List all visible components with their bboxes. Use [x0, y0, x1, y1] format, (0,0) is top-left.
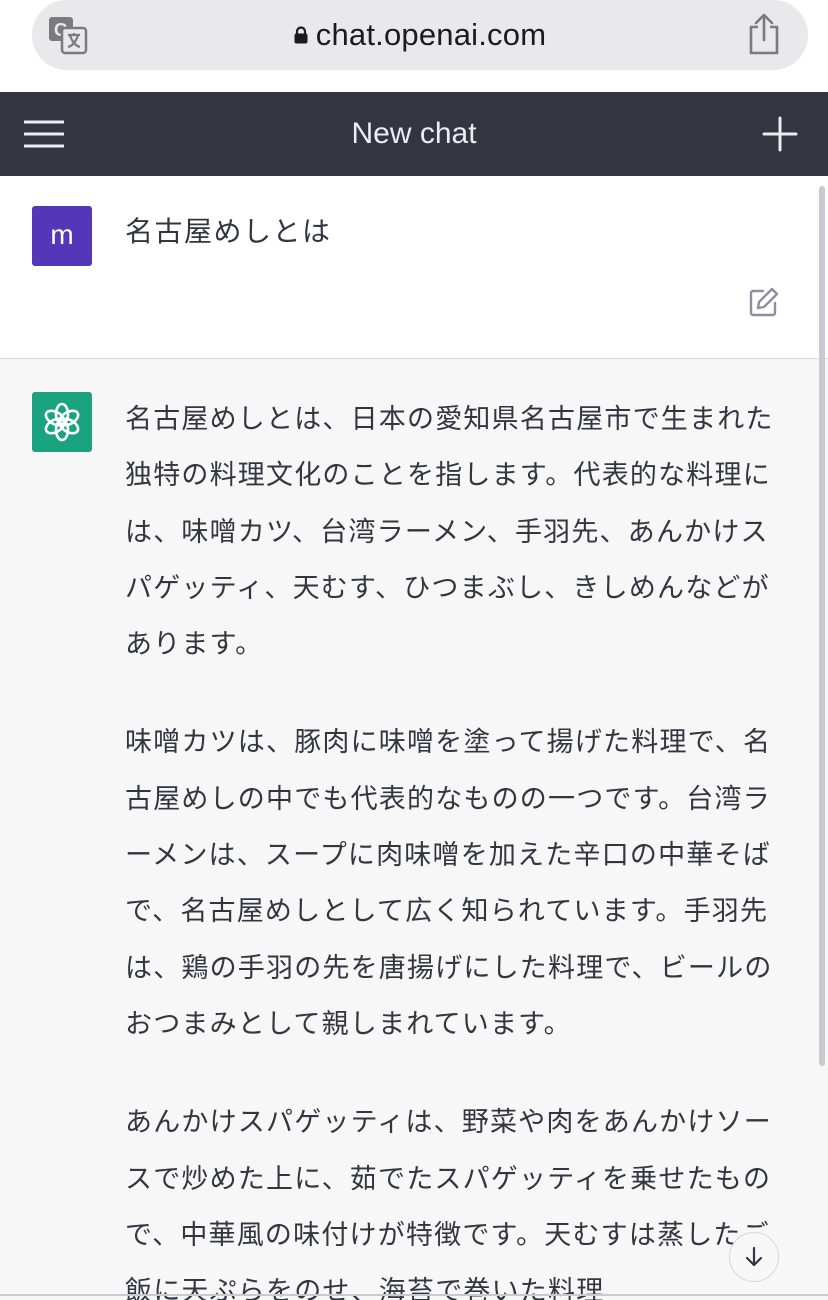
assistant-paragraph: 味噌カツは、豚肉に味噌を塗って揚げた料理で、名古屋めしの中でも代表的なものの一つ… — [125, 727, 773, 1040]
scrollbar[interactable] — [819, 186, 825, 1066]
divider — [0, 1294, 828, 1296]
lock-icon — [294, 26, 308, 44]
browser-toolbar: G chat.openai.com — [0, 0, 828, 92]
user-message-text: 名古屋めしとは — [125, 215, 332, 248]
assistant-paragraph: 名古屋めしとは、日本の愛知県名古屋市で生まれた独特の料理文化のことを指します。代… — [125, 404, 774, 661]
page-title: New chat — [351, 117, 477, 150]
user-message: m 名古屋めしとは — [0, 176, 828, 359]
url-text[interactable]: chat.openai.com — [316, 17, 546, 53]
assistant-message: 名古屋めしとは、日本の愛知県名古屋市で生まれた独特の料理文化のことを指します。代… — [0, 359, 828, 1300]
chat-navbar: New chat — [0, 92, 828, 176]
assistant-message-body: 名古屋めしとは、日本の愛知県名古屋市で生まれた独特の料理文化のことを指します。代… — [125, 392, 790, 1300]
edit-icon[interactable] — [748, 286, 780, 318]
avatar: m — [32, 206, 92, 266]
openai-logo-icon — [32, 392, 92, 452]
arrow-down-icon — [745, 1246, 763, 1267]
assistant-paragraph: あんかけスパゲッティは、野菜や肉をあんかけソースで炒めた上に、茹でたスパゲッティ… — [125, 1107, 772, 1300]
share-icon[interactable] — [746, 13, 782, 55]
address-bar[interactable]: G chat.openai.com — [32, 0, 808, 70]
scroll-to-bottom-button[interactable] — [729, 1232, 779, 1282]
plus-icon[interactable] — [762, 116, 798, 152]
